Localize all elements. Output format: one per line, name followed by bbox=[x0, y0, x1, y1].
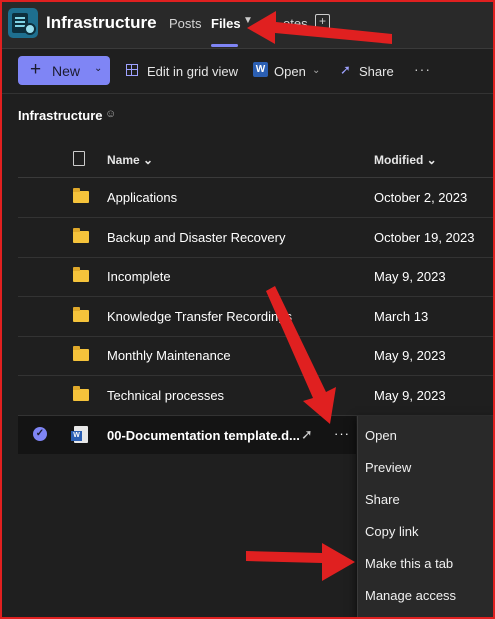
arrow-to-more-options bbox=[266, 286, 336, 424]
arrow-to-make-this-a-tab bbox=[246, 543, 355, 581]
arrow-to-files-tab bbox=[247, 11, 392, 44]
annotation-arrows bbox=[246, 11, 392, 581]
